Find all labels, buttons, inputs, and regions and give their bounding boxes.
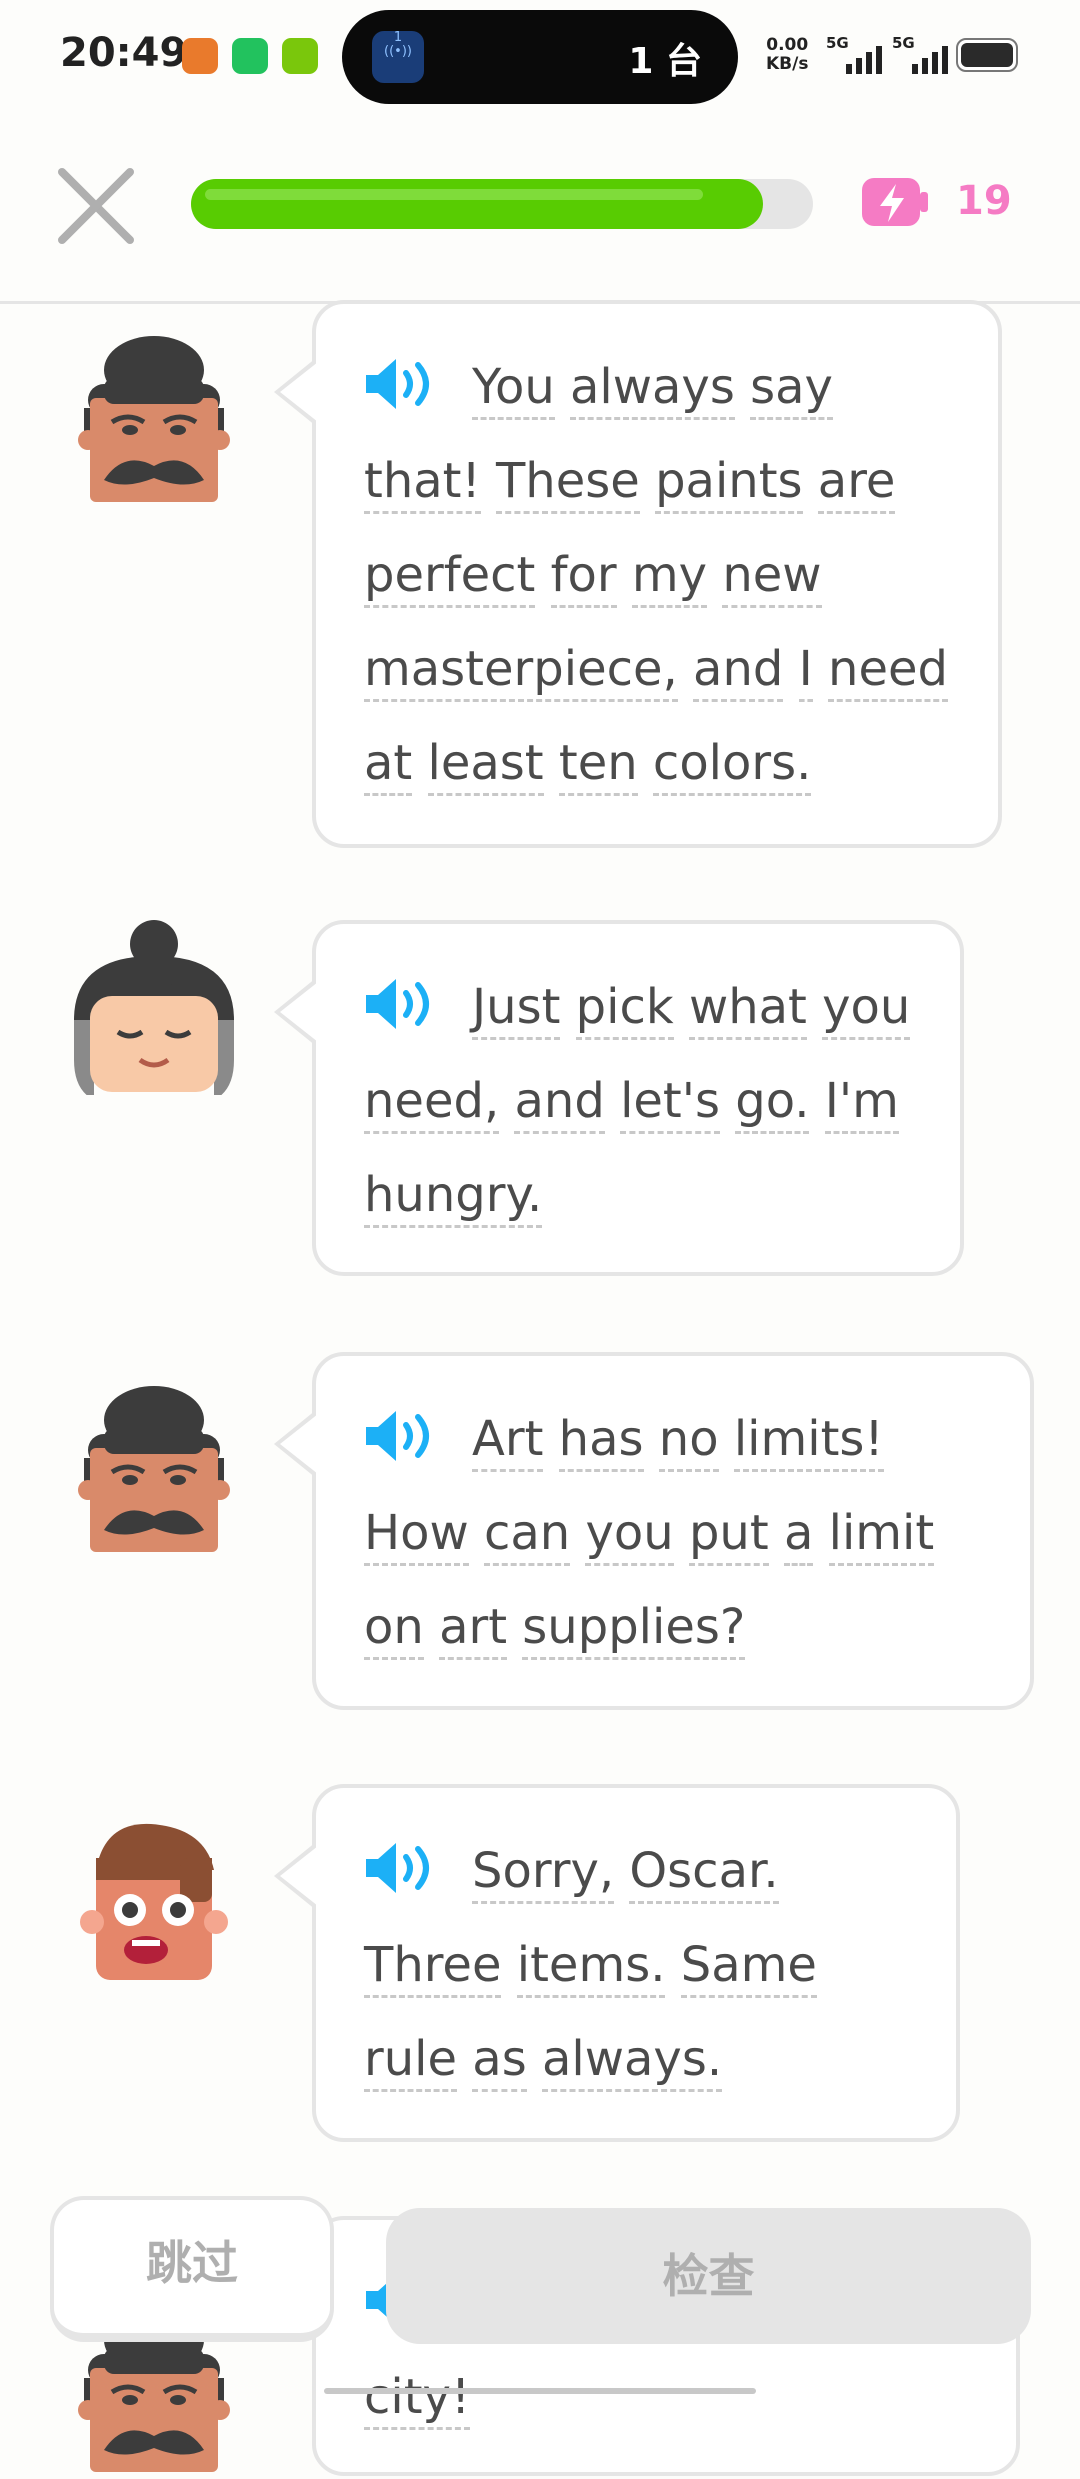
battery-icon	[956, 38, 1018, 72]
lesson-progress-bar	[191, 179, 813, 229]
word-hint[interactable]: Art	[472, 1411, 544, 1472]
speaker-icon[interactable]	[364, 1402, 438, 1461]
wechat-icon	[232, 38, 268, 74]
message-bubble: Sorry, Oscar. Three items. Same rule as …	[274, 1784, 960, 2142]
word-hint[interactable]: has	[558, 1411, 644, 1472]
signal-icon: 5G	[892, 34, 958, 78]
word-hint[interactable]: Three	[364, 1937, 502, 1998]
status-bar: 20:49 1 ((•)) 1 台 0.00 KB/s 5G 5G	[0, 0, 1080, 115]
speaker-icon[interactable]	[364, 350, 438, 409]
word-hint[interactable]: paints	[655, 453, 803, 514]
word-hint[interactable]: supplies?	[522, 1599, 746, 1660]
word-hint[interactable]: at	[364, 735, 413, 796]
status-time: 20:49	[60, 30, 188, 76]
word-hint[interactable]: Just	[472, 979, 561, 1040]
island-icon-label: 1	[393, 30, 403, 45]
owl-app-icon	[182, 38, 218, 74]
word-hint[interactable]: Same	[680, 1937, 817, 1998]
message-text: Sorry, Oscar. Three items. Same rule as …	[364, 1824, 916, 2106]
word-hint[interactable]: no	[658, 1411, 719, 1472]
word-hint[interactable]: perfect	[364, 547, 536, 608]
word-hint[interactable]: How	[364, 1505, 469, 1566]
word-hint[interactable]: are	[817, 453, 896, 514]
word-hint[interactable]: colors.	[652, 735, 812, 796]
word-hint[interactable]: pick	[575, 979, 674, 1040]
check-button[interactable]: 检查	[386, 2208, 1031, 2344]
word-hint[interactable]: I	[798, 641, 813, 702]
island-text: 1 台	[628, 41, 702, 82]
message-text: You always say that! These paints are pe…	[364, 340, 958, 810]
word-hint[interactable]: my	[631, 547, 708, 608]
word-hint[interactable]: Oscar.	[629, 1843, 779, 1904]
message-bubble: You always say that! These paints are pe…	[274, 300, 1002, 848]
broadcast-icon: 1 ((•))	[372, 31, 424, 83]
word-hint[interactable]: items.	[516, 1937, 666, 1998]
dynamic-island[interactable]: 1 ((•)) 1 台	[342, 10, 738, 104]
word-hint[interactable]: hungry.	[364, 1167, 543, 1228]
duolingo-icon	[282, 38, 318, 74]
word-hint[interactable]: for	[550, 547, 617, 608]
message-text: Just pick what you need, and let's go. I…	[364, 960, 920, 1242]
word-hint[interactable]: always	[570, 359, 735, 420]
word-hint[interactable]: rule	[364, 2031, 458, 2092]
message-text: Art has no limits! How can you put a lim…	[364, 1392, 990, 1674]
progress-fill	[191, 179, 764, 229]
home-indicator	[324, 2388, 756, 2394]
energy-battery-icon[interactable]	[860, 174, 932, 230]
close-icon	[58, 168, 134, 244]
avatar-lin	[74, 920, 234, 1100]
word-hint[interactable]: you	[585, 1505, 674, 1566]
word-hint[interactable]: Sorry,	[472, 1843, 615, 1904]
speaker-icon[interactable]	[364, 970, 438, 1029]
avatar-oscar	[74, 1380, 234, 1555]
word-hint[interactable]: I'm	[824, 1073, 899, 1134]
net-speed-value: 0.00	[766, 35, 809, 55]
battery-fill	[961, 43, 1013, 67]
word-hint[interactable]: you	[822, 979, 911, 1040]
word-hint[interactable]: new	[722, 547, 822, 608]
signal-icon: 5G	[826, 34, 892, 78]
word-hint[interactable]: what	[688, 979, 807, 1040]
word-hint[interactable]: let's	[620, 1073, 720, 1134]
energy-count: 19	[956, 178, 1012, 224]
avatar-duo-man	[74, 1810, 234, 1985]
message-bubble: Just pick what you need, and let's go. I…	[274, 920, 964, 1276]
word-hint[interactable]: limits!	[733, 1411, 884, 1472]
word-hint[interactable]: need,	[364, 1073, 500, 1134]
word-hint[interactable]: a	[783, 1505, 814, 1566]
word-hint[interactable]: always.	[541, 2031, 723, 2092]
word-hint[interactable]: least	[427, 735, 544, 796]
close-button[interactable]	[56, 166, 136, 246]
word-hint[interactable]: need	[828, 641, 948, 702]
word-hint[interactable]: can	[483, 1505, 571, 1566]
word-hint[interactable]: that!	[364, 453, 481, 514]
word-hint[interactable]: go.	[735, 1073, 810, 1134]
word-hint[interactable]: and	[693, 641, 784, 702]
word-hint[interactable]: and	[514, 1073, 605, 1134]
word-hint[interactable]: ten	[558, 735, 638, 796]
skip-button[interactable]: 跳过	[50, 2196, 334, 2342]
word-hint[interactable]: say	[750, 359, 833, 420]
word-hint[interactable]: limit	[828, 1505, 935, 1566]
progress-shine	[205, 189, 704, 200]
word-hint[interactable]: These	[495, 453, 640, 514]
word-hint[interactable]: You	[472, 359, 555, 420]
word-hint[interactable]: as	[472, 2031, 527, 2092]
word-hint[interactable]: masterpiece,	[364, 641, 678, 702]
word-hint[interactable]: put	[688, 1505, 769, 1566]
net-speed: 0.00 KB/s	[766, 36, 808, 74]
avatar-oscar	[74, 330, 234, 505]
message-bubble: Art has no limits! How can you put a lim…	[274, 1352, 1034, 1710]
net-speed-unit: KB/s	[766, 54, 809, 74]
speaker-icon[interactable]	[364, 1834, 438, 1893]
word-hint[interactable]: art	[439, 1599, 508, 1660]
word-hint[interactable]: on	[364, 1599, 424, 1660]
